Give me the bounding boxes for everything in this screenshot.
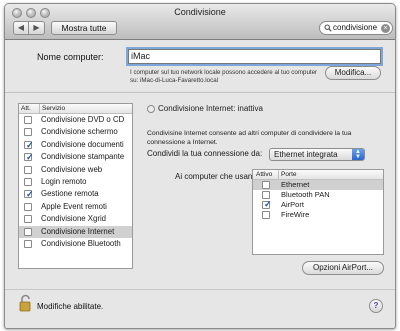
service-checkbox[interactable] — [24, 215, 32, 224]
window-title: Condivisione — [174, 7, 226, 17]
port-row[interactable]: Bluetooth PAN — [253, 190, 383, 200]
service-row[interactable]: Condivisione schermo — [19, 126, 132, 138]
ports-header: Attivo Porte — [253, 170, 383, 180]
service-checkbox[interactable] — [24, 177, 32, 186]
port-row[interactable]: Ethernet — [253, 180, 383, 190]
service-checkbox[interactable]: ✓ — [24, 139, 34, 150]
checkmark-icon: ✓ — [264, 199, 272, 209]
service-label: Condivisione Bluetooth — [41, 238, 121, 248]
header-active[interactable]: Attivo — [256, 170, 272, 179]
port-label: Ethernet — [281, 180, 310, 189]
help-button[interactable]: ? — [369, 299, 383, 313]
service-checkbox[interactable]: ✓ — [24, 189, 34, 200]
computer-name-field[interactable]: iMac — [128, 49, 381, 64]
service-row[interactable]: Login remoto — [19, 176, 132, 188]
service-label: Condivisione web — [41, 164, 103, 174]
edit-button[interactable]: Modifica... — [325, 66, 381, 80]
footer-divider — [5, 289, 395, 290]
header-service[interactable]: Servizio — [39, 104, 65, 113]
service-label: Gestione remota — [41, 189, 99, 199]
port-checkbox[interactable] — [262, 191, 270, 199]
service-label: Condivisione stampante — [41, 152, 125, 162]
header-on[interactable]: Att. — [21, 104, 31, 113]
service-checkbox[interactable] — [24, 227, 32, 236]
service-label: Condivisione schermo — [41, 127, 118, 137]
port-label: Bluetooth PAN — [281, 190, 330, 199]
port-label: AirPort — [281, 200, 304, 209]
port-label: FireWire — [281, 210, 310, 219]
service-checkbox[interactable] — [24, 165, 32, 174]
service-row[interactable]: Condivisione Internet — [19, 225, 132, 238]
service-label: Apple Event remoti — [41, 201, 107, 211]
port-row[interactable]: FireWire — [253, 210, 383, 220]
computer-name-section: Nome computer: iMac I computer sul tuo n… — [5, 41, 395, 93]
clear-search-icon[interactable]: × — [381, 24, 390, 33]
search-input[interactable]: condivisione — [333, 23, 377, 32]
search-icon — [324, 24, 332, 32]
service-row[interactable]: ✓ Gestione remota — [19, 188, 132, 200]
checkmark-icon: ✓ — [26, 152, 34, 163]
service-row[interactable]: Condivisione DVD o CD — [19, 114, 132, 126]
computer-name-label: Nome computer: — [37, 52, 104, 62]
computer-name-description: I computer sul tuo network locale posson… — [130, 69, 318, 84]
service-checkbox[interactable] — [24, 239, 32, 248]
status-indicator-icon — [147, 105, 155, 113]
service-row[interactable]: Condivisione Bluetooth — [19, 238, 132, 250]
sharing-window: Condivisione ◀ ▶ Mostra tutte condivisio… — [4, 3, 396, 329]
service-checkbox[interactable]: ✓ — [24, 152, 34, 163]
service-description: Condivisine Internet consente ad altri c… — [147, 130, 352, 146]
popup-arrows-icon: ▲ ▼ — [352, 149, 364, 160]
search-field[interactable]: condivisione × — [319, 21, 393, 35]
service-checkbox[interactable] — [24, 116, 32, 124]
show-all-button[interactable]: Mostra tutte — [51, 21, 117, 35]
header-ports[interactable]: Porte — [278, 170, 297, 179]
airport-options-button[interactable]: Opzioni AirPort... — [302, 261, 384, 275]
service-checkbox[interactable] — [24, 202, 32, 211]
service-label: Condivisione DVD o CD — [41, 115, 125, 124]
checkmark-icon: ✓ — [26, 139, 34, 150]
share-from-label: Condividi la tua connessione da: — [147, 149, 263, 158]
service-status: Condivisione Internet: inattiva — [158, 104, 263, 113]
service-label: Condivisione Internet — [41, 226, 115, 236]
service-label: Condivisione Xgrid — [41, 214, 107, 224]
service-label: Login remoto — [41, 176, 87, 186]
back-button[interactable]: ◀ — [13, 21, 29, 35]
service-row[interactable]: Apple Event remoti — [19, 201, 132, 213]
service-row[interactable]: Condivisione web — [19, 164, 132, 176]
lock-status-text: Modifiche abilitate. — [37, 302, 104, 311]
lock-open-icon[interactable] — [19, 294, 33, 312]
port-checkbox[interactable] — [262, 181, 270, 189]
services-list[interactable]: Att. Servizio Condivisione DVD o CD Condi… — [18, 103, 133, 269]
service-row[interactable]: ✓ Condivisione stampante — [19, 151, 132, 163]
service-row[interactable]: Condivisione Xgrid — [19, 213, 132, 225]
computers-using-label: Ai computer che usano: — [175, 172, 260, 181]
port-checkbox[interactable]: ✓ — [262, 199, 272, 209]
port-checkbox[interactable] — [262, 211, 270, 219]
title-bar: Condivisione ◀ ▶ Mostra tutte condivisio… — [5, 4, 395, 40]
share-from-value: Ethernet integrata — [274, 150, 338, 159]
checkmark-icon: ✓ — [26, 189, 34, 200]
service-label: Condivisione documenti — [41, 139, 124, 149]
share-from-select[interactable]: Ethernet integrata ▲ ▼ — [269, 148, 365, 161]
ports-list[interactable]: Attivo Porte Ethernet Bluetooth PAN ✓ AirPo… — [252, 169, 384, 255]
services-header: Att. Servizio — [19, 104, 132, 114]
forward-button[interactable]: ▶ — [29, 21, 45, 35]
service-row[interactable]: ✓ Condivisione documenti — [19, 139, 132, 151]
port-row[interactable]: ✓ AirPort — [253, 199, 383, 210]
service-checkbox[interactable] — [24, 128, 32, 137]
